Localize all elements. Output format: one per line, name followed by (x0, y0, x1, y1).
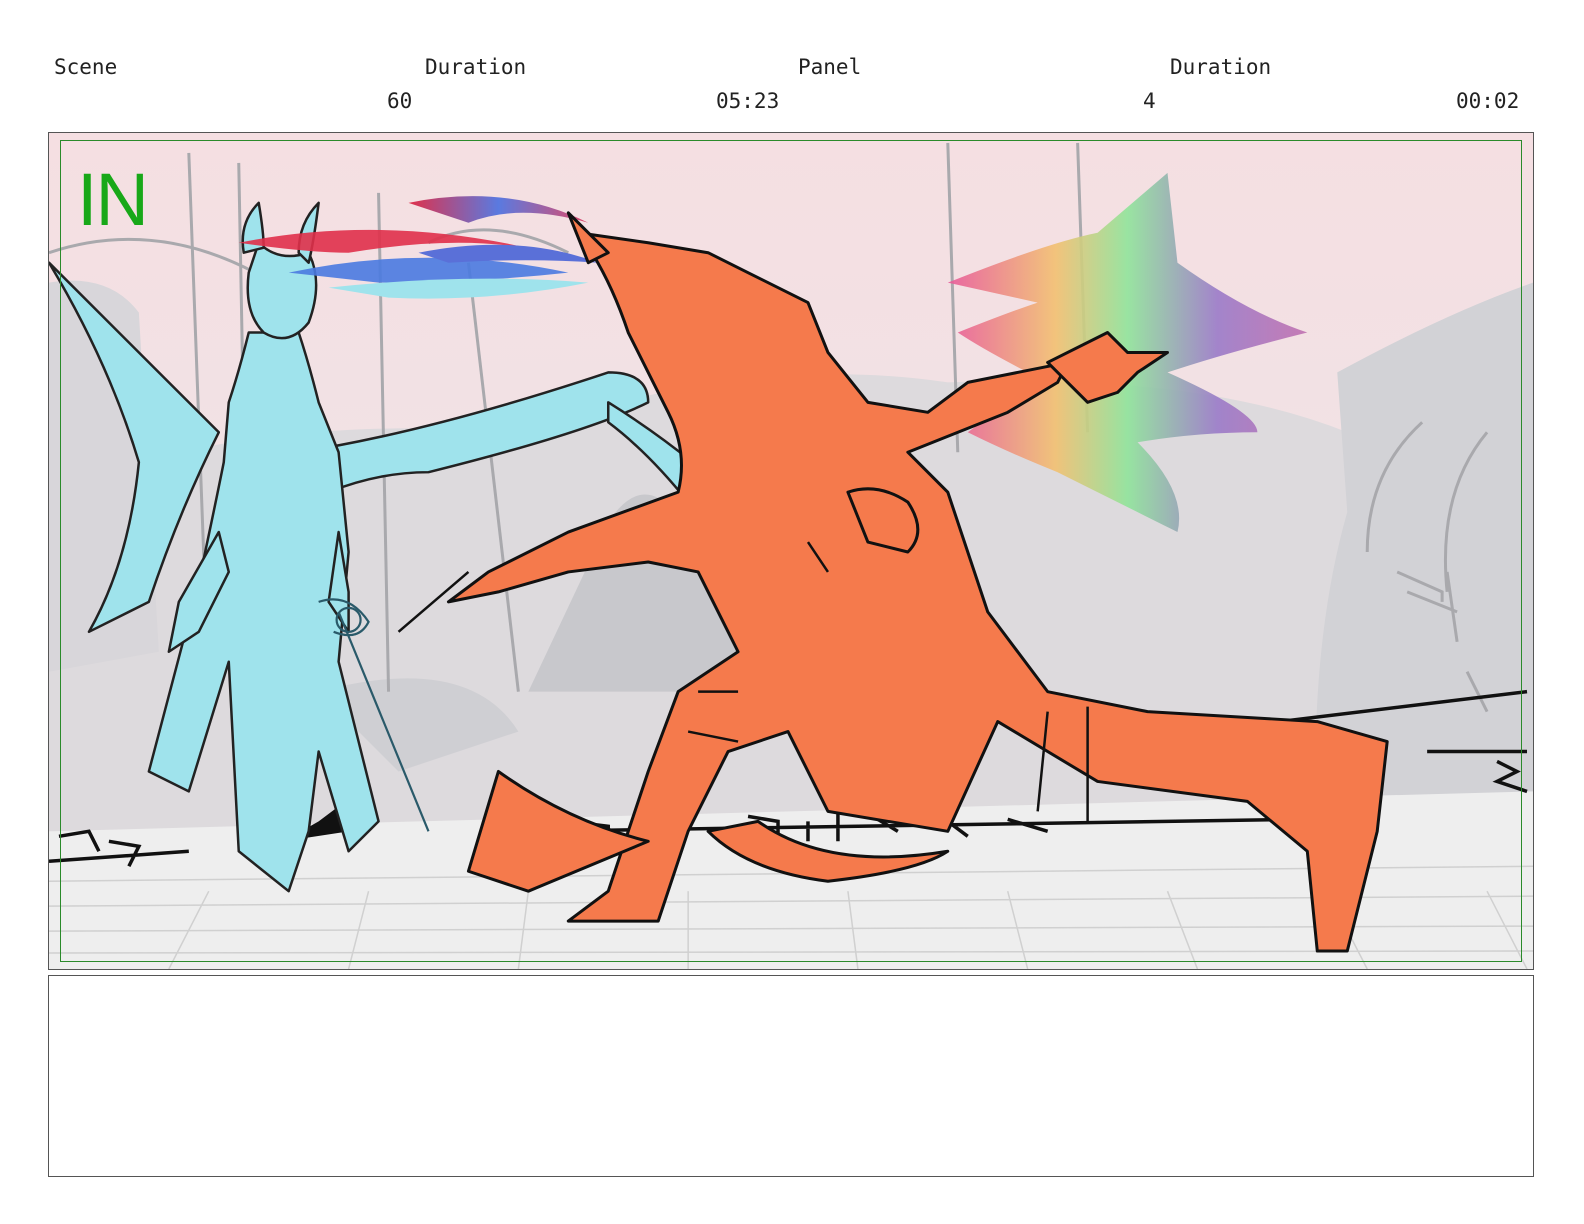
scene-duration-label: Duration (425, 55, 527, 79)
panel-notes-box[interactable] (48, 975, 1534, 1177)
storyboard-artwork (49, 133, 1533, 969)
panel-number: 4 (1143, 89, 1156, 113)
panel-duration-value: 00:02 (1456, 89, 1520, 113)
scene-label: Scene (54, 55, 118, 79)
panel-duration-label: Duration (1170, 55, 1272, 79)
scene-number: 60 (387, 89, 413, 113)
scene-duration-value: 05:23 (716, 89, 780, 113)
in-marker: IN (77, 158, 149, 241)
panel-label: Panel (798, 55, 862, 79)
storyboard-panel-frame[interactable]: IN (48, 132, 1534, 970)
